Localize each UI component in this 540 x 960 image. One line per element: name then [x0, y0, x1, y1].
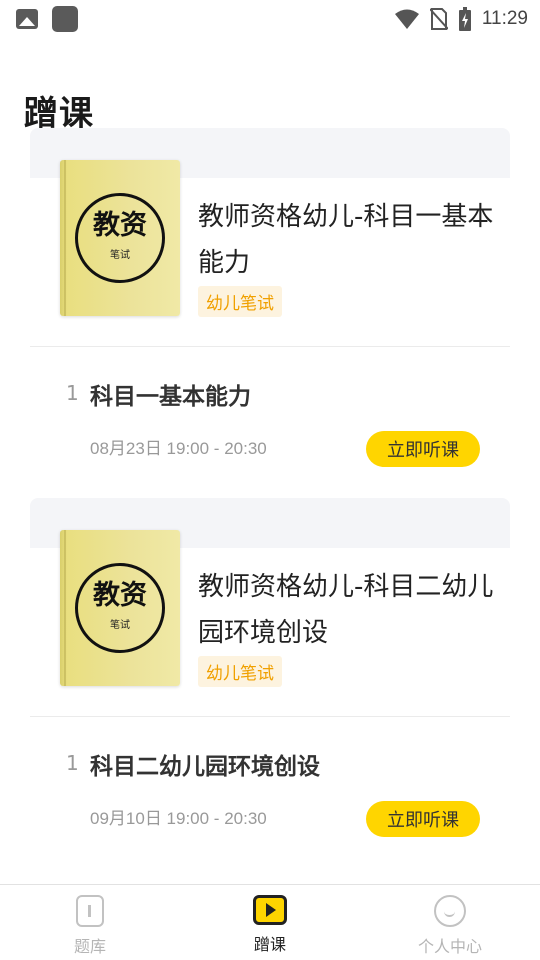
lesson-time: 09月10日 19:00 - 20:30: [90, 809, 267, 828]
nav-item-question-bank[interactable]: 题库: [0, 885, 180, 960]
cover-small-text: 笔试: [110, 620, 130, 631]
lesson-title: 科目二幼儿园环境创设: [90, 754, 320, 780]
image-icon: [16, 9, 38, 29]
nav-label: 题库: [73, 937, 106, 956]
cover-badge: 教资 笔试: [75, 563, 165, 653]
status-bar: 11:29: [0, 0, 540, 38]
course-card[interactable]: 教资 笔试 教师资格幼儿-科目一基本能力 幼儿笔试: [30, 160, 510, 346]
lesson-title: 科目一基本能力: [90, 384, 251, 410]
cover-big-text: 教资: [93, 580, 147, 611]
course-title: 教师资格幼儿-科目二幼儿园环境创设: [198, 572, 494, 648]
app-square-icon: [52, 6, 78, 32]
play-video-icon: [253, 895, 287, 925]
listen-now-button[interactable]: 立即听课: [366, 431, 480, 467]
course-feed: 教资 笔试 教师资格幼儿-科目一基本能力 幼儿笔试 1 科目一基本能力 08月2…: [30, 128, 510, 868]
course-tag: 幼儿笔试: [198, 656, 282, 687]
wifi-icon: [394, 9, 419, 29]
cover-big-text: 教资: [93, 210, 147, 241]
smile-face-icon: [434, 895, 466, 927]
lesson-item[interactable]: 1 科目二幼儿园环境创设 09月10日 19:00 - 20:30 立即听课: [30, 717, 510, 868]
cover-small-text: 笔试: [110, 250, 130, 261]
listen-now-button[interactable]: 立即听课: [366, 801, 480, 837]
course-card[interactable]: 教资 笔试 教师资格幼儿-科目二幼儿园环境创设 幼儿笔试: [30, 530, 510, 716]
course-title: 教师资格幼儿-科目一基本能力: [198, 202, 494, 278]
status-time: 11:29: [481, 8, 528, 29]
question-bank-icon: [76, 895, 104, 927]
lesson-item[interactable]: 1 科目一基本能力 08月23日 19:00 - 20:30 立即听课: [30, 347, 510, 498]
cover-badge: 教资 笔试: [75, 193, 165, 283]
course-cover: 教资 笔试: [60, 160, 180, 316]
lesson-index: 1: [66, 751, 79, 775]
nav-label: 蹭课: [253, 935, 286, 954]
lesson-time: 08月23日 19:00 - 20:30: [90, 439, 267, 458]
nav-item-profile[interactable]: 个人中心: [360, 885, 540, 960]
lesson-index: 1: [66, 381, 79, 405]
nav-item-audit-class[interactable]: 蹭课: [180, 885, 360, 960]
no-sim-icon: [429, 8, 448, 30]
bottom-nav: 题库 蹭课 个人中心: [0, 884, 540, 960]
course-cover: 教资 笔试: [60, 530, 180, 686]
course-tag: 幼儿笔试: [198, 286, 282, 317]
battery-charging-icon: [458, 7, 471, 31]
nav-label: 个人中心: [417, 937, 482, 956]
